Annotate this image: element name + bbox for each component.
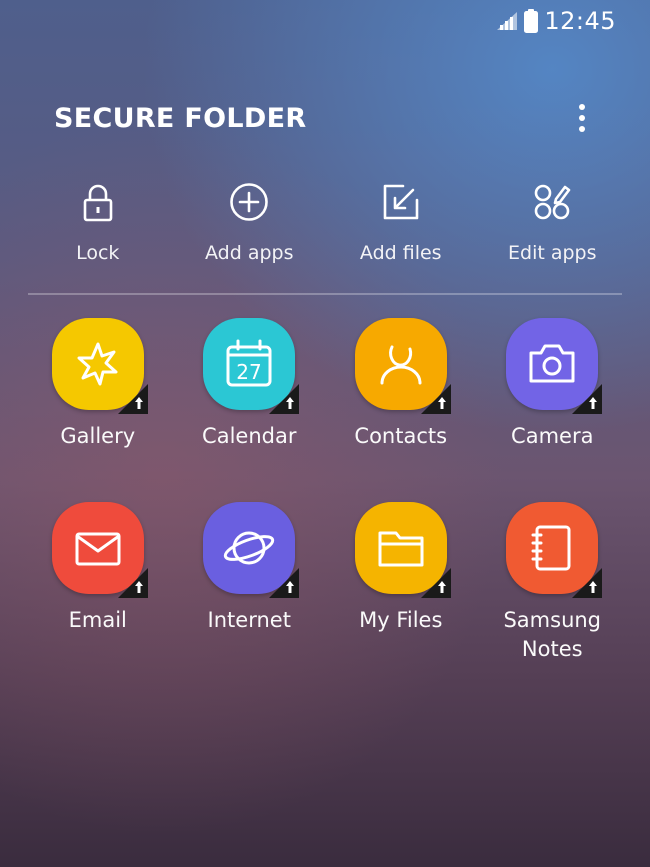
edit-apps-button[interactable]: Edit apps: [477, 180, 629, 270]
edit-apps-label: Edit apps: [508, 242, 597, 264]
app-my-files[interactable]: My Files: [325, 502, 477, 686]
header: SECURE FOLDER: [54, 96, 596, 140]
secure-badge-icon: [572, 384, 603, 414]
app-internet[interactable]: Internet: [174, 502, 326, 686]
secure-badge-icon: [572, 568, 603, 598]
status-time: 12:45: [544, 7, 616, 35]
divider: [28, 293, 622, 295]
app-samsung-notes[interactable]: Samsung Notes: [477, 502, 629, 686]
add-file-icon: [383, 184, 419, 220]
secure-badge-icon: [420, 568, 451, 598]
add-apps-label: Add apps: [205, 242, 294, 264]
app-grid: Gallery 27 Calendar Contacts Camera Emai…: [22, 318, 628, 686]
app-calendar[interactable]: 27 Calendar: [174, 318, 326, 502]
add-circle-icon: [230, 183, 269, 221]
secure-badge-icon: [269, 568, 300, 598]
app-label: Internet: [207, 608, 291, 632]
add-files-label: Add files: [359, 242, 442, 264]
action-bar: Lock Add apps Add files Edit apps: [22, 180, 628, 270]
secure-badge-icon: [420, 384, 451, 414]
status-bar: 12:45: [496, 6, 616, 36]
app-email[interactable]: Email: [22, 502, 174, 686]
app-label: Camera: [511, 424, 594, 448]
app-label: My Files: [359, 608, 443, 632]
app-label: Email: [68, 608, 127, 632]
app-label: Contacts: [354, 424, 448, 448]
app-camera[interactable]: Camera: [477, 318, 629, 502]
app-gallery[interactable]: Gallery: [22, 318, 174, 502]
lock-label: Lock: [76, 242, 120, 264]
app-label: Samsung Notes: [503, 608, 602, 661]
add-apps-button[interactable]: Add apps: [174, 180, 326, 270]
app-contacts[interactable]: Contacts: [325, 318, 477, 502]
more-vertical-icon[interactable]: [568, 96, 596, 140]
edit-apps-icon: [534, 184, 571, 220]
secure-badge-icon: [269, 384, 300, 414]
app-label: Calendar: [202, 424, 297, 448]
app-row: Email Internet My Files Samsung Notes: [22, 502, 628, 686]
calendar-date: 27: [237, 360, 262, 384]
battery-icon: [524, 9, 539, 33]
lock-icon: [83, 184, 113, 222]
app-row: Gallery 27 Calendar Contacts Camera: [22, 318, 628, 502]
secure-badge-icon: [117, 568, 148, 598]
lock-button[interactable]: Lock: [22, 180, 174, 270]
app-label: Gallery: [60, 424, 136, 448]
page-title: SECURE FOLDER: [54, 102, 307, 134]
secure-badge-icon: [117, 384, 148, 414]
add-files-button[interactable]: Add files: [325, 180, 477, 270]
signal-icon: [497, 12, 518, 30]
